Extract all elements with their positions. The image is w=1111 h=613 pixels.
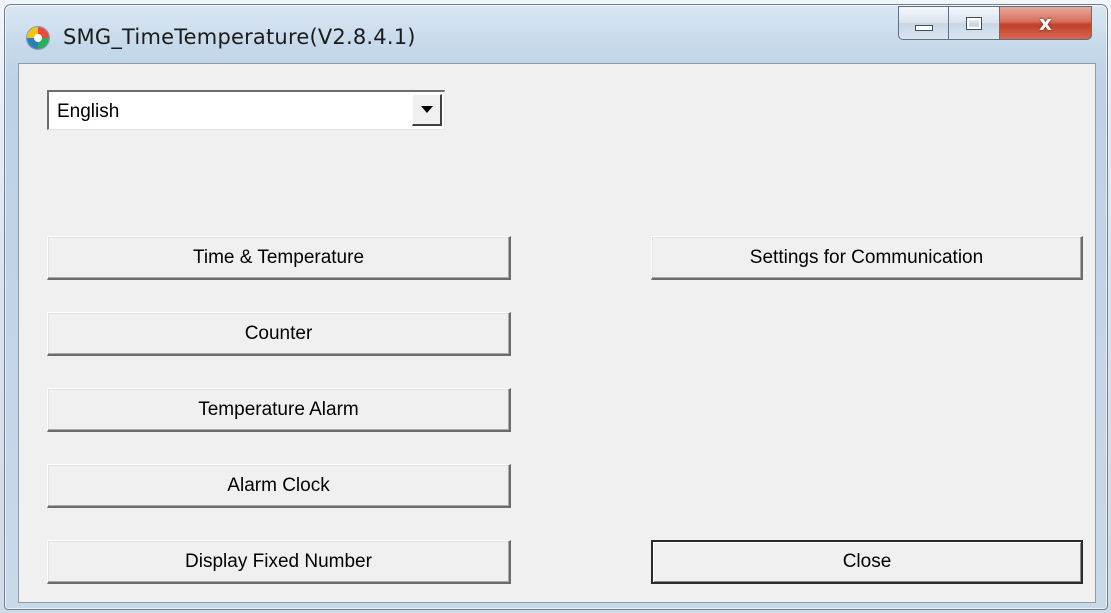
maximize-icon <box>966 16 982 30</box>
temperature-alarm-button[interactable]: Temperature Alarm <box>47 388 511 432</box>
close-icon: x <box>1039 11 1052 35</box>
settings-communication-button[interactable]: Settings for Communication <box>651 236 1083 280</box>
alarm-clock-button[interactable]: Alarm Clock <box>47 464 511 508</box>
display-fixed-number-button[interactable]: Display Fixed Number <box>47 540 511 584</box>
app-color-wheel-icon <box>27 27 49 49</box>
close-window-button[interactable]: x <box>1000 6 1092 40</box>
title-bar[interactable]: SMG_TimeTemperature(V2.8.4.1) x <box>5 5 1107 63</box>
window-title: SMG_TimeTemperature(V2.8.4.1) <box>63 25 416 49</box>
language-select-value: English <box>57 101 120 122</box>
dialog-client-area: English Time & Temperature Counter Tempe… <box>18 63 1096 603</box>
minimize-icon <box>914 25 933 31</box>
app-window: SMG_TimeTemperature(V2.8.4.1) x English … <box>4 4 1108 610</box>
language-dropdown-button[interactable] <box>412 94 442 126</box>
language-select[interactable]: English <box>47 90 445 130</box>
minimize-button[interactable] <box>898 6 948 40</box>
maximize-button[interactable] <box>948 6 1000 40</box>
close-button[interactable]: Close <box>651 540 1083 584</box>
time-temperature-button[interactable]: Time & Temperature <box>47 236 511 280</box>
counter-button[interactable]: Counter <box>47 312 511 356</box>
chevron-down-icon <box>420 106 433 113</box>
